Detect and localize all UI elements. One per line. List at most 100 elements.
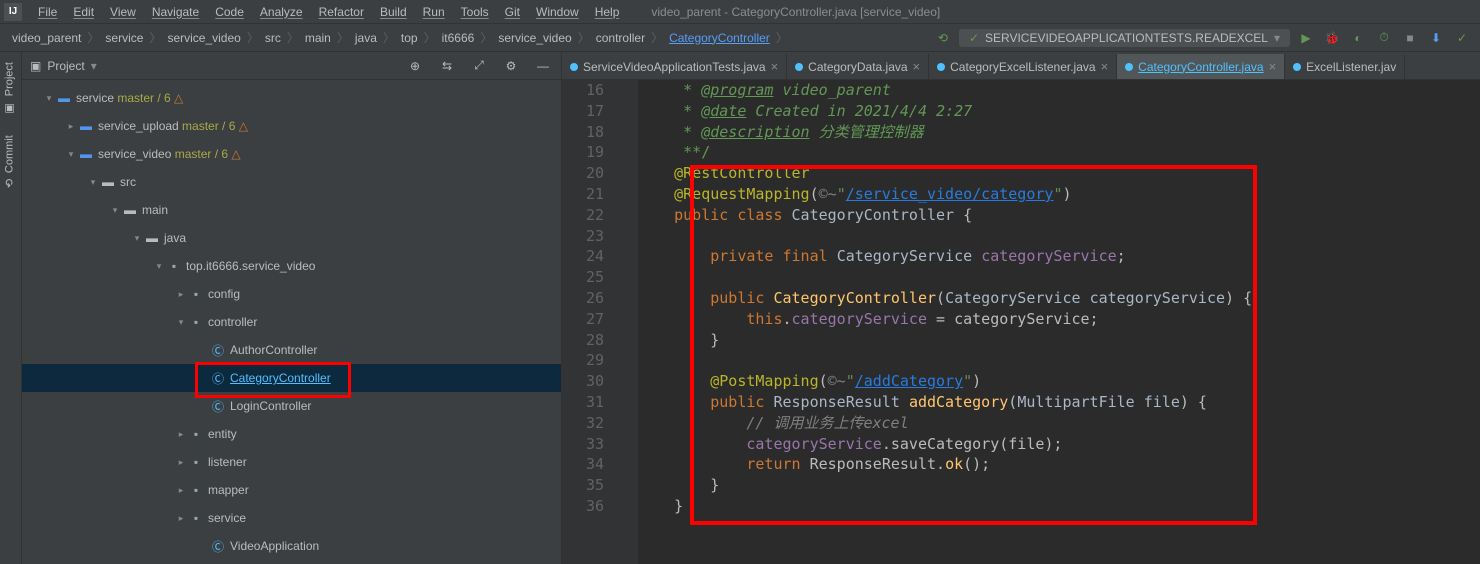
close-icon[interactable]: × — [1101, 59, 1109, 74]
tree-row[interactable]: ▸▪listener — [22, 448, 561, 476]
code-line[interactable] — [638, 267, 1480, 288]
tree-row[interactable]: ⒸCategoryController — [22, 364, 561, 392]
breadcrumb-item[interactable]: service_video — [494, 29, 575, 47]
tree-row[interactable]: ▸▬service_upload master / 6 △ — [22, 112, 561, 140]
close-icon[interactable]: × — [913, 59, 921, 74]
code-line[interactable]: **/ — [638, 142, 1480, 163]
chevron-down-icon[interactable]: ▾ — [174, 317, 188, 328]
menu-refactor[interactable]: Refactor — [311, 3, 372, 21]
code-line[interactable]: // 调用业务上传excel — [638, 413, 1480, 434]
breadcrumb-item[interactable]: src — [261, 29, 285, 47]
code-line[interactable]: private final CategoryService categorySe… — [638, 246, 1480, 267]
code-line[interactable] — [638, 226, 1480, 247]
chevron-right-icon[interactable]: ▸ — [64, 121, 78, 132]
tree-row[interactable]: ▾▬src — [22, 168, 561, 196]
code-area[interactable]: * @program video_parent * @date Created … — [638, 80, 1480, 564]
tree-row[interactable]: ▸▪config — [22, 280, 561, 308]
breadcrumb-item[interactable]: service_video — [163, 29, 244, 47]
project-header-label[interactable]: Project — [47, 59, 84, 73]
code-line[interactable]: * @date Created in 2021/4/4 2:27 — [638, 101, 1480, 122]
code-line[interactable]: } — [638, 496, 1480, 517]
collapse-all-icon[interactable]: ⤢ — [469, 56, 489, 76]
tree-row[interactable]: ⒸLoginController — [22, 392, 561, 420]
menu-help[interactable]: Help — [587, 3, 628, 21]
chevron-down-icon[interactable]: ▾ — [64, 149, 78, 160]
tree-row[interactable]: ▾▬service master / 6 △ — [22, 84, 561, 112]
editor-body[interactable]: 1617181920212223242526272829303132333435… — [562, 80, 1480, 564]
run-configuration-selector[interactable]: ✓ SERVICEVIDEOAPPLICATIONTESTS.READEXCEL… — [959, 29, 1290, 47]
menu-navigate[interactable]: Navigate — [144, 3, 207, 21]
code-line[interactable]: } — [638, 330, 1480, 351]
code-line[interactable]: categoryService.saveCategory(file); — [638, 434, 1480, 455]
code-line[interactable]: * @program video_parent — [638, 80, 1480, 101]
menu-code[interactable]: Code — [207, 3, 252, 21]
breadcrumb-item[interactable]: service — [101, 29, 147, 47]
build-icon[interactable]: ⟲ — [933, 28, 953, 48]
menu-build[interactable]: Build — [372, 3, 415, 21]
code-line[interactable]: public CategoryController(CategoryServic… — [638, 288, 1480, 309]
close-icon[interactable]: × — [771, 59, 779, 74]
profiler-icon[interactable]: ⏱ — [1374, 28, 1394, 48]
code-line[interactable]: return ResponseResult.ok(); — [638, 454, 1480, 475]
select-opened-file-icon[interactable]: ⊕ — [405, 56, 425, 76]
tree-row[interactable]: ▾▬java — [22, 224, 561, 252]
chevron-down-icon[interactable]: ▾ — [86, 177, 100, 188]
tree-row[interactable]: ⒸAuthorController — [22, 336, 561, 364]
chevron-right-icon[interactable]: ▸ — [174, 457, 188, 468]
run-icon[interactable]: ▶ — [1296, 28, 1316, 48]
project-dropdown-icon[interactable]: ▣ — [30, 59, 41, 73]
close-icon[interactable]: × — [1269, 59, 1277, 74]
code-line[interactable]: public ResponseResult addCategory(Multip… — [638, 392, 1480, 413]
tree-row[interactable]: ▾▪controller — [22, 308, 561, 336]
tree-row[interactable]: ▸▪entity — [22, 420, 561, 448]
chevron-right-icon[interactable]: ▸ — [174, 289, 188, 300]
code-line[interactable]: @RestController — [638, 163, 1480, 184]
editor-tab[interactable]: CategoryController.java× — [1117, 54, 1285, 79]
project-tree[interactable]: ▾▬service master / 6 △▸▬service_upload m… — [22, 80, 561, 564]
tree-row[interactable]: ▾▬main — [22, 196, 561, 224]
chevron-down-icon[interactable]: ▾ — [108, 205, 122, 216]
code-line[interactable]: @RequestMapping(©~"/service_video/catego… — [638, 184, 1480, 205]
commit-tool-button[interactable]: ⟲Commit — [0, 125, 19, 198]
chevron-down-icon[interactable]: ▾ — [130, 233, 144, 244]
stop-icon[interactable]: ■ — [1400, 28, 1420, 48]
tree-row[interactable]: ▸▪mapper — [22, 476, 561, 504]
breadcrumb-item[interactable]: main — [301, 29, 335, 47]
chevron-right-icon[interactable]: ▸ — [174, 429, 188, 440]
menu-file[interactable]: File — [30, 3, 65, 21]
code-line[interactable]: @PostMapping(©~"/addCategory") — [638, 371, 1480, 392]
tree-row[interactable]: ⒸVideoApplication — [22, 532, 561, 560]
code-line[interactable]: } — [638, 475, 1480, 496]
code-line[interactable]: public class CategoryController { — [638, 205, 1480, 226]
editor-tab[interactable]: ExcelListener.jav — [1285, 55, 1405, 79]
tree-row[interactable]: ▾▪top.it6666.service_video — [22, 252, 561, 280]
menu-edit[interactable]: Edit — [65, 3, 102, 21]
breadcrumb-item[interactable]: top — [397, 29, 422, 47]
settings-icon[interactable]: ⚙ — [501, 56, 521, 76]
breadcrumb-item[interactable]: video_parent — [8, 29, 85, 47]
chevron-right-icon[interactable]: ▸ — [174, 513, 188, 524]
git-update-icon[interactable]: ⬇ — [1426, 28, 1446, 48]
editor-tab[interactable]: CategoryExcelListener.java× — [929, 54, 1117, 79]
code-line[interactable] — [638, 350, 1480, 371]
chevron-right-icon[interactable]: ▸ — [174, 485, 188, 496]
breadcrumb-item[interactable]: controller — [592, 29, 649, 47]
menu-view[interactable]: View — [102, 3, 144, 21]
breadcrumb-item[interactable]: it6666 — [438, 29, 479, 47]
tree-row[interactable]: ▸▪service — [22, 504, 561, 532]
chevron-down-icon[interactable]: ▾ — [152, 261, 166, 272]
tree-row[interactable]: ▾▬service_video master / 6 △ — [22, 140, 561, 168]
chevron-down-icon[interactable]: ▾ — [42, 93, 56, 104]
code-line[interactable]: this.categoryService = categoryService; — [638, 309, 1480, 330]
editor-tab[interactable]: ServiceVideoApplicationTests.java× — [562, 54, 787, 79]
breadcrumb-item[interactable]: CategoryController — [665, 29, 774, 47]
menu-analyze[interactable]: Analyze — [252, 3, 311, 21]
menu-git[interactable]: Git — [497, 3, 528, 21]
debug-icon[interactable]: 🐞 — [1322, 28, 1342, 48]
expand-all-icon[interactable]: ⇆ — [437, 56, 457, 76]
menu-tools[interactable]: Tools — [453, 3, 497, 21]
hide-icon[interactable]: — — [533, 56, 553, 76]
code-line[interactable]: * @description 分类管理控制器 — [638, 122, 1480, 143]
editor-tab[interactable]: CategoryData.java× — [787, 54, 929, 79]
breadcrumb-item[interactable]: java — [351, 29, 381, 47]
